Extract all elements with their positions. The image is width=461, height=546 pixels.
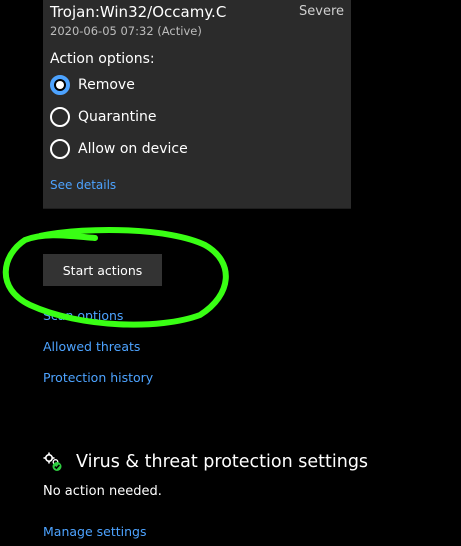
start-actions-button[interactable]: Start actions	[43, 254, 162, 286]
allowed-threats-link[interactable]: Allowed threats	[43, 339, 140, 354]
settings-status-text: No action needed.	[43, 484, 162, 499]
radio-label: Remove	[78, 77, 135, 93]
radio-option-allow-on-device[interactable]: Allow on device	[50, 138, 188, 160]
radio-label: Allow on device	[78, 141, 188, 157]
settings-section-title: Virus & threat protection settings	[76, 452, 369, 472]
settings-gear-check-icon	[43, 452, 62, 471]
scan-options-link[interactable]: Scan options	[43, 308, 123, 323]
windows-security-page: Trojan:Win32/Occamy.C Severe 2020-06-05 …	[0, 0, 461, 546]
threat-card: Trojan:Win32/Occamy.C Severe 2020-06-05 …	[43, 0, 351, 209]
threat-name: Trojan:Win32/Occamy.C	[50, 3, 227, 21]
see-details-link[interactable]: See details	[50, 178, 116, 192]
radio-unchecked-icon	[50, 107, 70, 127]
radio-option-quarantine[interactable]: Quarantine	[50, 106, 157, 128]
radio-label: Quarantine	[78, 109, 157, 125]
radio-checked-icon	[50, 75, 70, 95]
protection-history-link[interactable]: Protection history	[43, 370, 153, 385]
threat-severity: Severe	[299, 4, 344, 19]
action-options-label: Action options:	[50, 51, 155, 67]
radio-unchecked-icon	[50, 139, 70, 159]
threat-date: 2020-06-05 07:32 (Active)	[50, 24, 202, 38]
manage-settings-link[interactable]: Manage settings	[43, 524, 146, 539]
radio-option-remove[interactable]: Remove	[50, 74, 135, 96]
